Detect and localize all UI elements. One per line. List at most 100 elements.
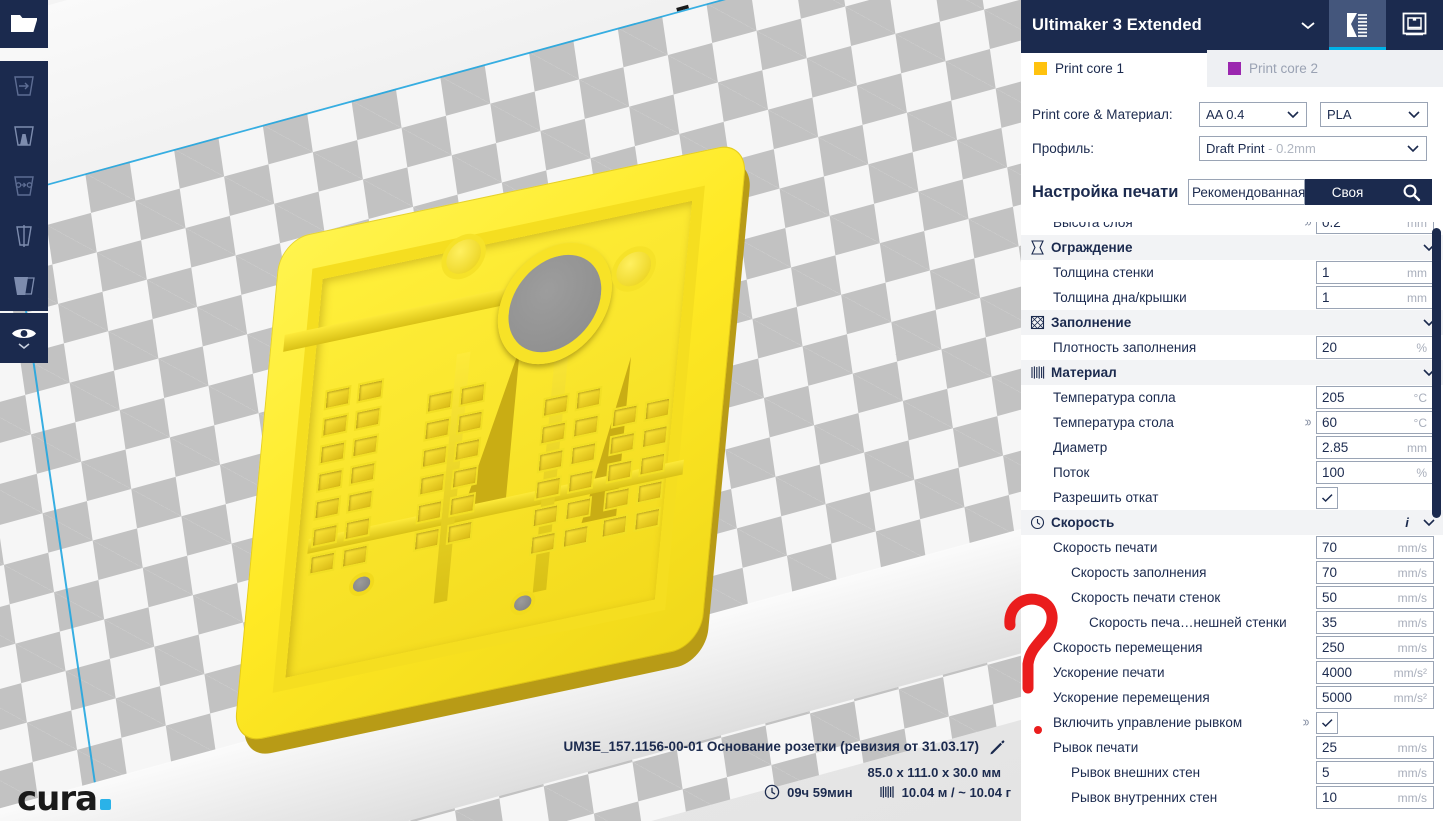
category-infill[interactable]: Заполнение [1021,310,1443,335]
open-file-button[interactable] [0,0,48,48]
mirror-tool-button[interactable] [0,211,48,261]
setting-input[interactable]: 2.85 mm [1316,436,1434,459]
per-model-icon [14,277,35,295]
setting-checkbox[interactable] [1316,486,1338,509]
category-info-icon[interactable]: i [1399,515,1415,530]
scrollbar-thumb[interactable] [1432,228,1441,518]
setting-input[interactable]: 4000 mm/s² [1316,661,1434,684]
setting-input[interactable]: 205 °C [1316,386,1434,409]
category-speed[interactable]: Скорость i [1021,510,1443,535]
setting-label: Ускорение перемещения [1053,690,1210,705]
per-model-settings-button[interactable] [0,261,48,311]
setting-label: Скорость перемещения [1053,640,1203,655]
tab-monitor-view[interactable] [1386,0,1443,50]
material-value: PLA [1327,106,1352,122]
setting-value: 205 [1322,390,1345,405]
category-material[interactable]: Материал [1021,360,1443,385]
chevron-down-icon [18,343,30,350]
setting-value: 60 [1322,415,1338,430]
setting-row[interactable]: Температура стола 60 °C [1021,410,1443,435]
scale-tool-button[interactable] [0,111,48,161]
move-tool-button[interactable] [0,61,48,111]
category-shell[interactable]: Ограждение [1021,235,1443,260]
setting-input[interactable]: 5 mm/s [1316,761,1434,784]
clock-icon [764,784,780,800]
setting-row[interactable]: Скорость печати стенок 50 mm/s [1021,585,1443,610]
profile-select[interactable]: Draft Print - 0.2mm [1199,135,1427,161]
checkmark-icon [1321,493,1333,502]
setting-input[interactable]: 5000 mm/s² [1316,686,1434,709]
setting-checkbox[interactable] [1316,711,1338,734]
setting-row[interactable]: Ускорение перемещения 5000 mm/s² [1021,685,1443,710]
setting-row[interactable]: Скорость перемещения 250 mm/s [1021,635,1443,660]
cura-logo: cura [17,779,112,819]
print-time: 09ч 59мин [787,784,853,800]
setting-input[interactable]: 100 % [1316,461,1434,484]
tab-print-core-2[interactable]: Print core 2 [1207,50,1443,87]
view-mode-button[interactable] [0,313,48,363]
setting-label: Включить управление рывком [1053,715,1243,730]
setting-label: Диаметр [1053,440,1108,455]
setting-row[interactable]: Диаметр 2.85 mm [1021,435,1443,460]
setting-row[interactable]: Поток 100 % [1021,460,1443,485]
setting-input[interactable]: 250 mm/s [1316,636,1434,659]
setting-row[interactable]: Рывок внешних стен 5 mm/s [1021,760,1443,785]
setting-input[interactable]: 1 mm [1316,261,1434,284]
setting-value: 70 [1322,565,1338,580]
setting-input[interactable]: 70 mm/s [1316,536,1434,559]
pencil-icon[interactable] [988,738,1006,761]
setting-input[interactable]: 25 mm/s [1316,736,1434,759]
setting-input[interactable]: 10 mm/s [1316,786,1434,809]
setting-value: 50 [1322,590,1338,605]
setting-unit: mm/s [1397,565,1427,580]
material-select[interactable]: PLA [1320,101,1428,127]
setting-input[interactable]: 20 % [1316,336,1434,359]
category-label: Ограждение [1051,240,1133,255]
setting-row[interactable]: Разрешить откат [1021,485,1443,510]
link-icon [1294,717,1314,728]
setting-row[interactable]: Включить управление рывком [1021,710,1443,735]
chevron-down-icon [1408,110,1420,118]
setting-value: 25 [1322,740,1338,755]
settings-scrollbar[interactable] [1432,228,1441,518]
setting-row[interactable]: Температура сопла 205 °C [1021,385,1443,410]
custom-mode-button[interactable]: Своя [1305,179,1390,205]
setting-input[interactable]: 70 mm/s [1316,561,1434,584]
print-core-select[interactable]: AA 0.4 [1199,101,1307,127]
printer-dropdown-chevron[interactable] [1287,20,1329,31]
search-settings-button[interactable] [1390,179,1432,205]
rotate-tool-button[interactable] [0,161,48,211]
setting-input[interactable]: 35 mm/s [1316,611,1434,634]
settings-list[interactable]: Высота слоя 0.2 mm Ограждение Толщина ст… [1021,222,1443,821]
transform-tools [0,61,48,311]
setting-row[interactable]: Рывок внутренних стен 10 mm/s [1021,785,1443,810]
scale-icon [14,126,34,146]
recommended-mode-button[interactable]: Рекомендованная [1188,179,1305,205]
setting-row[interactable]: Скорость печа…нешней стенки 35 mm/s [1021,610,1443,635]
setting-value: 10 [1322,790,1338,805]
tab-print-core-1[interactable]: Print core 1 [1021,50,1207,87]
setting-value: 5000 [1322,690,1353,705]
setting-row[interactable]: Рывок печати 25 mm/s [1021,735,1443,760]
setting-row-layer-height[interactable]: Высота слоя 0.2 mm [1021,222,1443,235]
setting-row[interactable]: Скорость печати 70 mm/s [1021,535,1443,560]
setting-row[interactable]: Ускорение печати 4000 mm/s² [1021,660,1443,685]
setting-row[interactable]: Толщина дна/крышки 1 mm [1021,285,1443,310]
printer-name-label: Ultimaker 3 Extended [1032,15,1202,34]
setting-value: 100 [1322,465,1345,480]
setting-input[interactable]: 1 mm [1316,286,1434,309]
tab-prepare-view[interactable] [1329,0,1386,50]
chevron-down-icon[interactable] [1415,518,1443,527]
setting-label: Скорость печати стенок [1071,590,1221,605]
setting-row[interactable]: Скорость заполнения 70 mm/s [1021,560,1443,585]
3d-viewport[interactable]: maker 3 Extended [0,0,1021,821]
setting-row[interactable]: Плотность заполнения 20 % [1021,335,1443,360]
category-label: Материал [1051,365,1117,380]
setting-unit: mm [1407,440,1427,455]
print-setup-bar: Настройка печати Рекомендованная Своя [1021,175,1443,209]
setting-row[interactable]: Толщина стенки 1 mm [1021,260,1443,285]
setting-label: Толщина стенки [1053,265,1154,280]
setting-input[interactable]: 60 °C [1316,411,1434,434]
setting-input[interactable]: 50 mm/s [1316,586,1434,609]
setting-input[interactable]: 0.2 mm [1316,222,1434,234]
